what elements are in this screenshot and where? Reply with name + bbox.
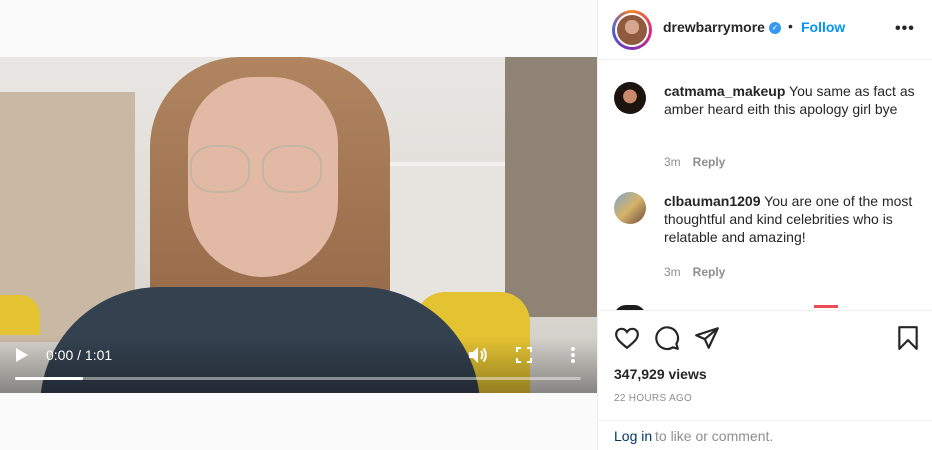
bookshelf-far-right [505, 57, 597, 317]
video-time: 0:00 / 1:01 [46, 347, 113, 363]
login-link[interactable]: Log in [614, 428, 652, 444]
partial-text-fragment [814, 305, 838, 308]
author-avatar-image [615, 13, 649, 47]
volume-icon[interactable] [468, 346, 488, 364]
verified-badge-icon: ✓ [769, 22, 781, 34]
glasses-lens-right [262, 145, 322, 193]
partial-comment-cutoff [614, 301, 914, 310]
comment-username[interactable]: catmama_makeup [664, 83, 785, 99]
comment-time: 3m [664, 155, 681, 169]
header-separator: • [788, 18, 793, 34]
comment-meta: 3m Reply [664, 265, 725, 279]
more-horizontal-icon[interactable]: ••• [895, 20, 915, 38]
comments-list: catmama_makeup You same as fact as amber… [598, 61, 932, 310]
play-icon[interactable] [16, 348, 28, 362]
video-progress-track[interactable] [15, 377, 581, 380]
save-bookmark-icon[interactable] [895, 325, 921, 351]
post-timestamp[interactable]: 22 HOURS AGO [614, 393, 692, 404]
post-header: drewbarrymore ✓ • Follow ••• [598, 0, 932, 60]
login-prompt: Log in to like or comment. [598, 420, 932, 450]
more-vertical-icon[interactable] [570, 346, 576, 364]
author-username[interactable]: drewbarrymore [663, 19, 765, 35]
glasses-lens-left [190, 145, 250, 193]
post-actions: 347,929 views 22 HOURS AGO [598, 310, 932, 420]
follow-button[interactable]: Follow [801, 19, 845, 35]
video-progress-fill [15, 377, 83, 380]
reply-button[interactable]: Reply [693, 265, 726, 279]
reply-button[interactable]: Reply [693, 155, 726, 169]
login-prompt-text: to like or comment. [655, 428, 774, 444]
video-player[interactable]: 0:00 / 1:01 [0, 57, 597, 393]
video-controls: 0:00 / 1:01 [0, 337, 597, 393]
comment-meta: 3m Reply [664, 155, 725, 169]
sofa-left [0, 295, 40, 335]
media-area: 0:00 / 1:01 [0, 0, 597, 450]
author-avatar[interactable] [612, 10, 652, 50]
comment-time: 3m [664, 265, 681, 279]
comment-username[interactable]: clbauman1209 [664, 193, 761, 209]
comment-text-block: catmama_makeup You same as fact as amber… [664, 82, 922, 118]
comment-bubble-icon[interactable] [654, 325, 680, 351]
like-heart-icon[interactable] [614, 325, 640, 351]
comment-text-block: clbauman1209 You are one of the most tho… [664, 192, 922, 246]
instagram-post: 0:00 / 1:01 drewbarrymore ✓ • Follow •••… [0, 0, 932, 450]
views-count[interactable]: 347,929 views [614, 366, 707, 382]
commenter-avatar[interactable] [614, 82, 646, 114]
commenter-avatar[interactable] [614, 192, 646, 224]
post-side-panel: drewbarrymore ✓ • Follow ••• catmama_mak… [597, 0, 932, 450]
fullscreen-icon[interactable] [516, 347, 532, 363]
share-paper-plane-icon[interactable] [694, 325, 720, 351]
